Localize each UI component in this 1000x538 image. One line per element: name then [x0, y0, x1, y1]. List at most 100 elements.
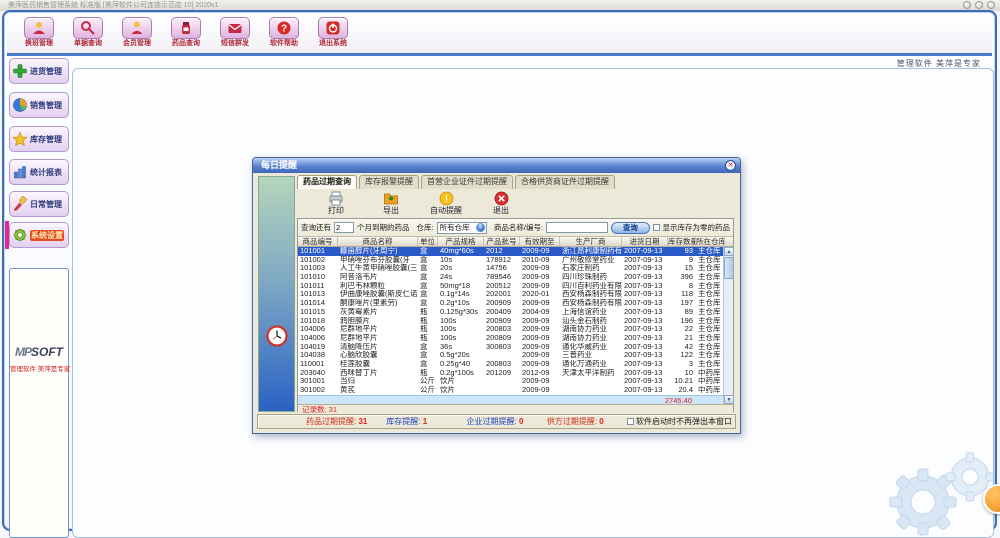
sidebar-item-inventory[interactable]: 库存管理 [9, 126, 69, 152]
close-button[interactable] [987, 1, 995, 9]
dialog-exit-label: 退出 [484, 206, 518, 216]
table-row[interactable]: 101003 人工牛黄甲硝唑胶囊(三 盒 20s 14756 2009-09 石… [298, 264, 733, 273]
toolbar-button-help[interactable]: ? 软件帮助 [264, 17, 304, 53]
toolbar-button-exit[interactable]: 退出系统 [313, 17, 353, 53]
spinner-icon[interactable] [476, 223, 485, 232]
col-header[interactable]: 库存数量 [668, 237, 696, 246]
toolbar-button-label: 单据查询 [68, 39, 108, 49]
shift-person-icon [24, 17, 54, 39]
col-header[interactable]: 所在仓库 [696, 237, 725, 246]
warehouse-label: 仓库: [417, 222, 434, 233]
table-row[interactable]: 104006 尼群地平片 瓶 100s 200809 2009-09 湖南协力药… [298, 334, 733, 343]
dialog-title: 每日提醒 [261, 160, 297, 170]
star-icon [12, 131, 28, 147]
toolbar-button-receipt-query[interactable]: 单据查询 [68, 17, 108, 53]
pie-chart-icon [12, 97, 28, 113]
table-row[interactable]: 101001 糠甾醇片(牙周宁) 盒 40mg*60s 2012 2009-09… [298, 247, 733, 256]
member-person-icon [122, 17, 152, 39]
tab-supplier-cert[interactable]: 合格供货商证件过期提醒 [515, 175, 615, 189]
table-row[interactable]: 101015 灰黄霉素片 瓶 0.125g*30s 200409 2004-09… [298, 308, 733, 317]
table-row[interactable]: 101014 酮康唑片(里素劳) 盒 0.2g*10s 200909 2009-… [298, 299, 733, 308]
toolbar-button-label: 药品查询 [166, 39, 206, 49]
tab-drug-expiry[interactable]: 药品过期查询 [297, 175, 357, 189]
minimize-button[interactable] [963, 1, 971, 9]
dialog-title-bar[interactable]: 每日提醒 [253, 158, 740, 173]
auto-remind-button[interactable]: ! 自动提醒 [429, 191, 463, 216]
sidebar-item-reports[interactable]: 统计报表 [9, 159, 69, 185]
col-header[interactable]: 产品规格 [438, 237, 484, 246]
brush-icon [12, 196, 28, 212]
print-button[interactable]: 打印 [319, 191, 353, 216]
auto-remind-label: 自动提醒 [429, 206, 463, 216]
table-row[interactable]: 101011 利巴韦林颗粒 盒 50mg*18 200512 2009-09 四… [298, 282, 733, 291]
tab-stock-alert[interactable]: 库存报警提醒 [359, 175, 419, 189]
col-header[interactable]: 有效期至 [520, 237, 560, 246]
vertical-scrollbar[interactable]: ▲ ▼ [723, 247, 733, 404]
warehouse-value: 所有仓库 [440, 222, 470, 233]
zero-stock-checkbox[interactable] [653, 224, 660, 231]
search-button[interactable]: 查询 [611, 222, 650, 234]
export-button[interactable]: 导出 [374, 191, 408, 216]
window-title: 美萍医药销售管理系统 标准版 [美萍软件公司连锁示范店 10] 2020v1 [8, 2, 218, 9]
table-row[interactable]: 101018 鸦胆膜片 瓶 100s 200909 2009-09 汕头金石制药… [298, 317, 733, 326]
table-header: 商品编号 商品名称 单位 产品规格 产品批号 有效期至 生产厂商 进货日期 库存… [298, 236, 733, 247]
toolbar-button-members[interactable]: 会员管理 [117, 17, 157, 53]
scrollbar-thumb[interactable] [724, 257, 734, 279]
table-row[interactable]: 110001 桂莲胶囊 盒 0.25g*40 200803 2009-09 通化… [298, 360, 733, 369]
col-header[interactable]: 生产厂商 [560, 237, 622, 246]
sidebar-item-label: 统计报表 [30, 167, 62, 178]
table-row[interactable]: 104019 清脑降压片 盒 36s 300803 2009-09 通化华威药业… [298, 343, 733, 352]
sidebar-item-settings[interactable]: 系统设置 [9, 222, 69, 248]
startup-checkbox[interactable] [627, 418, 634, 425]
warehouse-select[interactable]: 所有仓库 [437, 222, 487, 234]
toolbar-button-label: 退出系统 [313, 39, 353, 49]
toolbar-button-sms[interactable]: 短信群发 [215, 17, 255, 53]
col-header[interactable]: 产品批号 [484, 237, 520, 246]
name-input[interactable] [546, 222, 608, 233]
envelope-icon [220, 17, 250, 39]
maximize-button[interactable] [975, 1, 983, 9]
power-icon [318, 17, 348, 39]
table-row[interactable]: 203040 西咪替丁片 瓶 0.2g*100s 201209 2012-09 … [298, 369, 733, 378]
sidebar-item-label: 系统设置 [30, 230, 64, 241]
sidebar-item-daily[interactable]: 日常管理 [9, 191, 69, 217]
months-input[interactable] [334, 222, 354, 233]
dialog-close-icon[interactable] [725, 160, 736, 171]
col-header[interactable]: 进货日期 [622, 237, 668, 246]
table-row[interactable]: 301002 黄芪 公斤 饮片 2009-09 2007-09-13 20.4 … [298, 386, 733, 395]
scroll-down-icon[interactable]: ▼ [724, 395, 734, 404]
tab-enterprise-cert[interactable]: 首营企业证件过期提醒 [421, 175, 513, 189]
window-controls [963, 1, 995, 9]
table-row[interactable]: 101002 甲硝唑芬布芬胶囊(牙 盒 10s 178912 2010-09 广… [298, 256, 733, 265]
table-row[interactable]: 101013 伊曲康唑胶囊(斯皮仁诺 盒 0.1g*14s 202001 202… [298, 290, 733, 299]
sidebar-item-sales[interactable]: 销售管理 [9, 92, 69, 118]
toolbar-button-label: 会员管理 [117, 39, 157, 49]
dialog-exit-button[interactable]: 退出 [484, 191, 518, 216]
table-row[interactable]: 301001 当归 公斤 饮片 2009-09 2007-09-13 10.21… [298, 377, 733, 386]
gear-icon [12, 227, 28, 243]
toolbar-button-drug-query[interactable]: 药品查询 [166, 17, 206, 53]
table-row[interactable]: 104038 心脑欣胶囊 盒 0.5g*20s 2009-09 三普药业 200… [298, 351, 733, 360]
app-window: 换班管理 单据查询 会员管理 药品查询 短信群发 [2, 10, 997, 531]
col-header[interactable]: 商品名称 [338, 237, 418, 246]
table-row[interactable]: 104006 尼群地平片 瓶 100s 200803 2009-09 湖南协力药… [298, 325, 733, 334]
dialog-tabs: 药品过期查询 库存报警提醒 首营企业证件过期提醒 合格供货商证件过期提醒 [297, 175, 615, 189]
daily-reminder-dialog: 每日提醒 药品过期查询 库存报警提醒 首营企业证件过期提醒 合格供货商证件过期提… [252, 157, 741, 434]
toolbar-button-label: 软件帮助 [264, 39, 304, 49]
toolbar-button-shift[interactable]: 换班管理 [19, 17, 59, 53]
record-count-bar: 记录数: 31 [298, 404, 733, 413]
scroll-up-icon[interactable]: ▲ [724, 247, 734, 256]
question-icon: ? [269, 17, 299, 39]
query-suffix-label: 个月到期的药品 [357, 222, 410, 233]
pill-bottle-icon [171, 17, 201, 39]
toolbar-button-label: 换班管理 [19, 39, 59, 49]
magnifier-icon [73, 17, 103, 39]
total-row: 2745.40 [298, 395, 733, 404]
toolbar-button-label: 短信群发 [215, 39, 255, 49]
sidebar-item-purchase[interactable]: 进货管理 [9, 58, 69, 84]
svg-text:?: ? [281, 24, 287, 35]
table-row[interactable]: 101010 阿昔洛韦片 盒 24s 789546 2009-09 四川珍珠制药… [298, 273, 733, 282]
stat-supplier-expiry: 供方过期提醒: 0 [547, 416, 627, 427]
col-header[interactable]: 商品编号 [298, 237, 338, 246]
col-header[interactable]: 单位 [418, 237, 438, 246]
